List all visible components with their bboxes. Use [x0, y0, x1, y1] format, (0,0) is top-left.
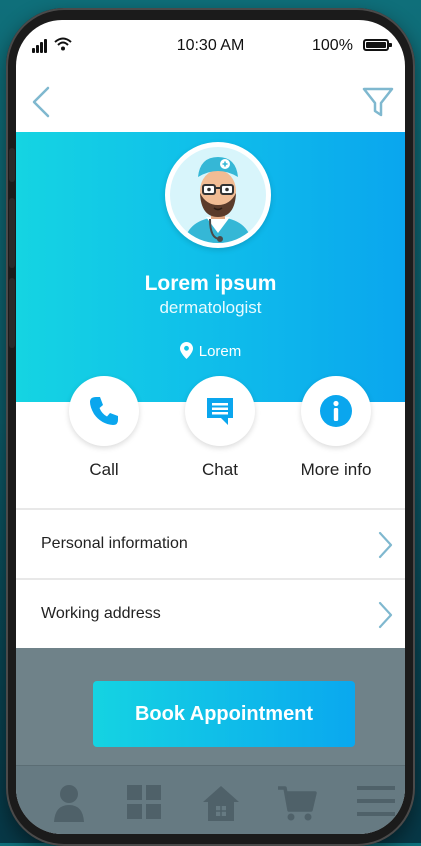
home-icon[interactable]: [202, 784, 240, 822]
bottom-tab-bar: [16, 765, 405, 834]
chat-button[interactable]: [185, 376, 255, 446]
volume-down-button: [9, 278, 15, 348]
chevron-right-icon: [378, 531, 393, 559]
chat-action: Chat: [185, 376, 255, 480]
menu-item-personal-information[interactable]: Personal information: [16, 508, 405, 580]
chevron-left-icon[interactable]: [26, 82, 56, 122]
location-pin-icon: [179, 342, 193, 359]
battery-percent: 100%: [312, 37, 353, 54]
info-icon: [320, 395, 352, 427]
personal-information-label: Personal information: [41, 535, 188, 552]
doctor-avatar-icon: [184, 157, 252, 243]
menu-icon[interactable]: [356, 784, 396, 818]
doctor-specialty: dermatologist: [159, 298, 262, 317]
chat-icon: [207, 398, 233, 425]
grid-icon[interactable]: [126, 784, 162, 820]
call-button[interactable]: [69, 376, 139, 446]
cart-icon[interactable]: [277, 784, 317, 822]
status-bar: 10:30 AM 100%: [16, 20, 405, 60]
location-line: Lorem: [16, 342, 405, 360]
call-label: Call: [89, 460, 119, 479]
book-appointment-button[interactable]: Book Appointment: [93, 681, 355, 747]
chat-label: Chat: [202, 460, 238, 479]
phone-screen: 10:30 AM 100% Lorem ipsum dermatologist …: [16, 20, 405, 834]
working-address-label: Working address: [41, 605, 161, 622]
more-info-action: More info: [301, 376, 371, 480]
call-action: Call: [69, 376, 139, 480]
phone-icon: [90, 397, 118, 425]
chevron-right-icon: [378, 601, 393, 629]
location-label: Lorem: [198, 343, 242, 360]
more-info-button[interactable]: [301, 376, 371, 446]
avatar: [165, 142, 271, 248]
menu-item-working-address[interactable]: Working address: [16, 578, 405, 650]
battery-icon: [363, 39, 392, 51]
doctor-name: Lorem ipsum: [144, 272, 277, 295]
funnel-icon[interactable]: [361, 84, 395, 120]
top-nav-bar: [16, 72, 405, 133]
volume-up-button: [9, 198, 15, 268]
more-info-label: More info: [300, 460, 372, 479]
user-icon[interactable]: [52, 784, 86, 822]
mute-switch: [9, 148, 15, 182]
